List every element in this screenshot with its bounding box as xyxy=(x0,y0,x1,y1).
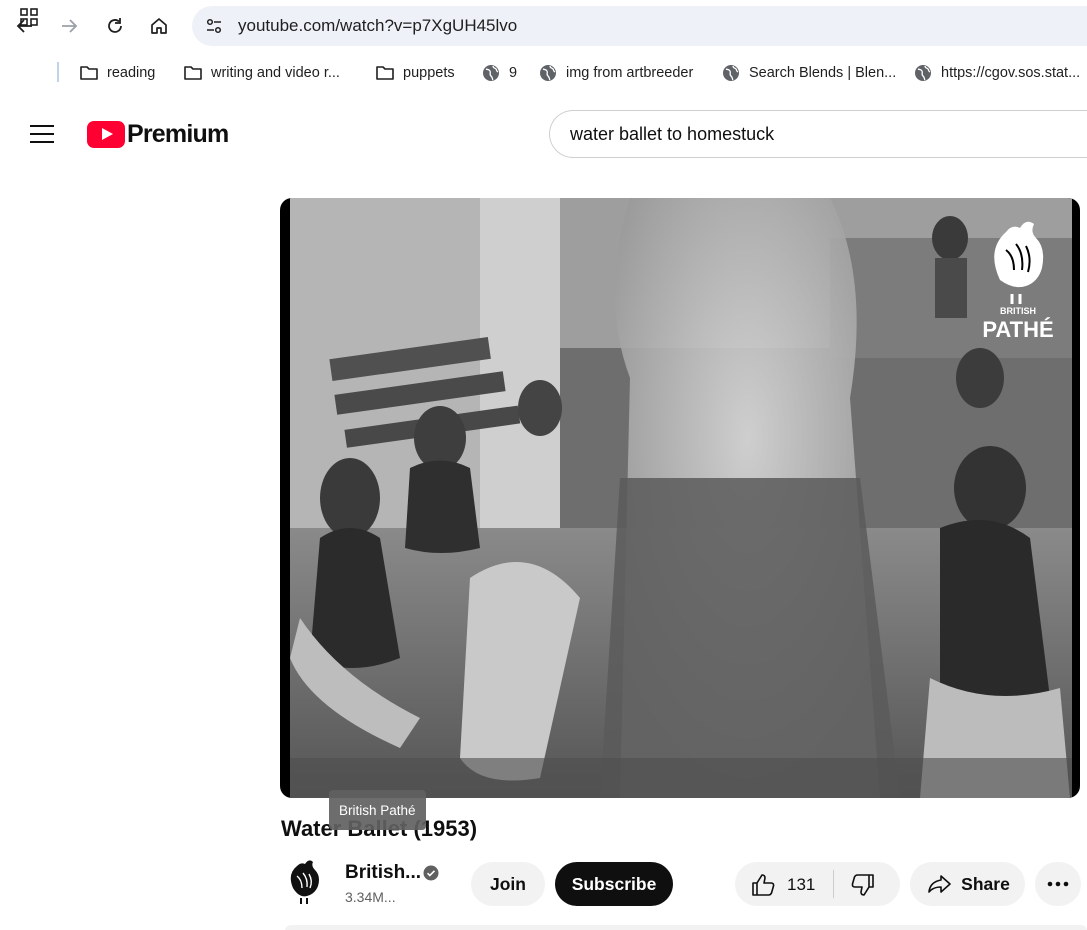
thumbs-up-icon xyxy=(752,874,775,896)
bookmark-folder-reading[interactable]: reading xyxy=(79,62,155,84)
bookmark-9[interactable]: 9 xyxy=(481,62,517,84)
description-box[interactable] xyxy=(285,925,1087,930)
watermark-line1: BRITISH xyxy=(1000,306,1036,316)
forward-button[interactable] xyxy=(53,10,85,42)
logo-text: Premium xyxy=(127,119,229,148)
bookmark-label: 9 xyxy=(509,65,518,81)
globe-icon xyxy=(540,65,556,81)
more-horizontal-icon xyxy=(1047,881,1069,887)
apps-grid-icon xyxy=(20,8,38,26)
youtube-premium-logo[interactable]: Premium xyxy=(87,119,229,148)
browser-toolbar: youtube.com/watch?v=p7XgUH45lvo xyxy=(0,0,1087,52)
bookmark-cgov[interactable]: https://cgov.sos.stat... xyxy=(913,62,1080,84)
bookmark-folder-puppets[interactable]: puppets xyxy=(375,62,455,84)
like-dislike-group: 131 xyxy=(735,862,900,906)
share-button[interactable]: Share xyxy=(910,862,1025,906)
verified-badge-icon xyxy=(423,865,439,881)
channel-tooltip: British Pathé xyxy=(329,790,426,830)
youtube-header: Premium water ballet to homestuck xyxy=(0,100,1087,166)
thumbs-down-icon xyxy=(851,874,874,896)
bookmark-label: https://cgov.sos.stat... xyxy=(941,65,1081,81)
video-player[interactable]: BRITISH PATHÉ xyxy=(280,198,1080,798)
folder-icon xyxy=(80,66,98,80)
url-text[interactable]: youtube.com/watch?v=p7XgUH45lvo xyxy=(238,16,517,36)
arrow-right-icon xyxy=(62,19,78,33)
subscribe-button[interactable]: Subscribe xyxy=(555,862,673,906)
like-button[interactable]: 131 xyxy=(749,871,815,899)
search-input[interactable]: water ballet to homestuck xyxy=(549,110,1087,158)
subscriber-count: 3.34M... xyxy=(345,889,396,905)
menu-icon[interactable] xyxy=(26,118,58,150)
channel-avatar[interactable] xyxy=(281,858,329,908)
folder-icon xyxy=(376,66,394,80)
youtube-play-icon xyxy=(87,120,125,148)
home-icon xyxy=(151,18,167,34)
bookmark-label: puppets xyxy=(403,65,455,81)
home-button[interactable] xyxy=(143,10,175,42)
join-button[interactable]: Join xyxy=(471,862,545,906)
reload-button[interactable] xyxy=(99,10,131,42)
video-frame xyxy=(290,198,1072,798)
folder-icon xyxy=(184,66,202,80)
address-bar[interactable]: youtube.com/watch?v=p7XgUH45lvo xyxy=(192,6,1087,46)
reload-icon xyxy=(108,18,122,33)
site-settings-icon[interactable] xyxy=(200,12,228,40)
bookmark-folder-writing[interactable]: writing and video r... xyxy=(183,62,340,84)
search-query-text: water ballet to homestuck xyxy=(570,124,775,144)
dislike-button[interactable] xyxy=(849,871,877,904)
bookmark-label: img from artbreeder xyxy=(566,65,694,81)
like-count: 131 xyxy=(787,875,816,894)
share-arrow-icon xyxy=(928,875,951,893)
globe-icon xyxy=(723,65,739,81)
video-owner-row: British... 3.34M... Join Subscribe 131 S… xyxy=(281,858,1087,912)
bookmark-label: writing and video r... xyxy=(211,65,340,81)
like-separator xyxy=(833,870,834,898)
bookmark-label: Search Blends | Blen... xyxy=(749,65,897,81)
british-pathe-watermark-logo: BRITISH PATHÉ xyxy=(982,221,1054,342)
share-label: Share xyxy=(961,873,1010,894)
channel-name[interactable]: British... xyxy=(345,862,421,884)
apps-button[interactable] xyxy=(19,6,47,28)
more-actions-button[interactable] xyxy=(1035,862,1081,906)
bookmark-label: reading xyxy=(107,65,156,81)
bookmark-search-blends[interactable]: Search Blends | Blen... xyxy=(721,62,896,84)
bookmarks-separator xyxy=(57,62,59,82)
watermark-line2: PATHÉ xyxy=(982,317,1053,342)
globe-icon xyxy=(915,65,931,81)
bookmark-artbreeder[interactable]: img from artbreeder xyxy=(538,62,693,84)
globe-icon xyxy=(483,65,499,81)
